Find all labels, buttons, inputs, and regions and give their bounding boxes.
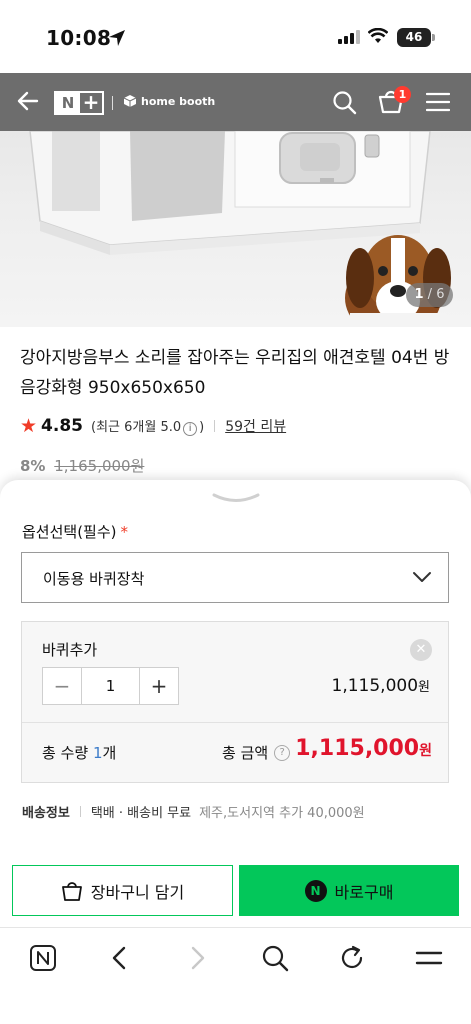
option-selected-value: 이동용 바퀴장착 [43,570,145,588]
search-icon[interactable] [332,90,357,115]
signal-icon [338,30,360,44]
logo-plus: + [82,90,100,114]
quantity-value[interactable]: 1 [81,668,140,704]
recent-rating-text: (최근 6개월 5.0 [91,420,182,435]
shipping-label: 배송정보 [22,806,70,821]
currency-unit: 원 [418,680,430,695]
chevron-down-icon [413,572,431,582]
battery-indicator: 46 [397,28,431,47]
recent-rating-close: ) [199,420,205,435]
nav-divider [112,96,113,110]
rating-divider [214,420,216,432]
option-item-price-value: 1,115,000 [331,676,419,696]
image-total: 6 [436,287,445,302]
total-currency-unit: 원 [419,743,432,759]
price-row: 8% 1,165,000원 [20,455,144,476]
buy-now-label: 바로구매 [334,882,394,902]
sheet-handle-chevron-icon[interactable] [212,492,260,506]
rating-row: ★ 4.85 (최근 6개월 5.0 i) 59건 리뷰 [20,415,286,437]
buy-now-button[interactable]: N 바로구매 [239,865,459,916]
shipping-method: 택배 · 배송비 무료 [90,806,192,821]
option-select[interactable]: 이동용 바퀴장착 [21,552,449,603]
cart-count-badge: 1 [394,86,411,103]
naver-icon[interactable] [29,944,57,972]
info-icon[interactable]: i [183,422,198,436]
brand-name: home booth [141,94,216,108]
option-bottom-sheet: 옵션선택(필수) * 이동용 바퀴장착 바퀴추가 ✕ − 1 + 1,115,00… [0,480,471,854]
option-label-text: 옵션선택(필수) [22,523,117,541]
reviews-link[interactable]: 59건 리뷰 [225,416,286,436]
add-to-cart-label: 장바구니 담기 [90,882,185,902]
product-title: 강아지방음부스 소리를 잡아주는 우리집의 애견호텔 04번 방음강화형 950… [20,348,450,398]
purchase-actions: 장바구니 담기 N 바로구매 [0,854,471,927]
quantity-stepper: − 1 + [42,667,179,705]
browser-toolbar [0,927,471,1024]
search-icon[interactable] [261,944,289,972]
location-arrow-icon [109,30,125,46]
total-quantity: 총 수량 1개 [42,742,116,763]
puppy-illustration [345,235,451,327]
battery-cap [432,34,435,41]
refresh-icon[interactable] [338,944,366,972]
shipping-divider [79,806,81,817]
total-amount-label-group: 총 금액? [222,742,291,763]
add-to-cart-button[interactable]: 장바구니 담기 [12,865,233,916]
selected-option-box: 바퀴추가 ✕ − 1 + 1,115,000원 총 수량 1개 총 금액? 1,… [21,621,449,783]
back-icon[interactable] [108,944,132,972]
menu-icon[interactable] [426,92,450,112]
image-counter: 1 / 6 [406,283,453,307]
back-arrow-icon[interactable] [16,89,40,113]
option-item-price: 1,115,000원 [332,676,431,696]
box-icon [123,95,137,107]
total-amount: 1,115,000원 [295,736,432,761]
option-item-name: 바퀴추가 [42,641,98,659]
option-label: 옵션선택(필수) * [22,521,128,542]
total-quantity-label: 총 수량 [42,744,93,762]
close-icon[interactable]: ✕ [410,639,432,661]
image-current: 1 [414,287,424,302]
forward-icon[interactable] [185,944,209,972]
menu-icon[interactable] [415,944,443,972]
help-icon[interactable]: ? [274,744,291,761]
star-icon: ★ [20,415,38,437]
recent-rating: (최근 6개월 5.0 i) [91,416,204,436]
quantity-decrease-button[interactable]: − [43,668,81,704]
option-divider [22,722,448,723]
total-quantity-unit: 개 [102,744,117,762]
shipping-info: 배송정보 택배 · 배송비 무료 제주,도서지역 추가 40,000원 [22,802,365,821]
status-bar: 10:08 46 [0,0,471,73]
store-brand[interactable]: home booth [123,94,215,108]
logo-n: N [56,93,80,113]
required-mark: * [120,523,129,541]
rating-score: 4.85 [41,416,83,436]
total-amount-value: 1,115,000 [295,736,420,761]
total-amount-label: 총 금액 [222,744,269,762]
discount-rate: 8% [20,457,46,475]
top-navigation: N + home booth 1 [0,73,471,131]
naver-pay-icon: N [304,879,327,902]
original-price: 1,165,000원 [54,457,145,475]
wifi-icon [368,28,388,43]
bag-icon [61,881,82,901]
image-separator: / [423,287,437,302]
status-time: 10:08 [46,26,112,50]
shipping-extra: 제주,도서지역 추가 40,000원 [199,806,365,821]
naver-plus-logo[interactable]: N + [54,91,104,115]
quantity-increase-button[interactable]: + [140,668,178,704]
